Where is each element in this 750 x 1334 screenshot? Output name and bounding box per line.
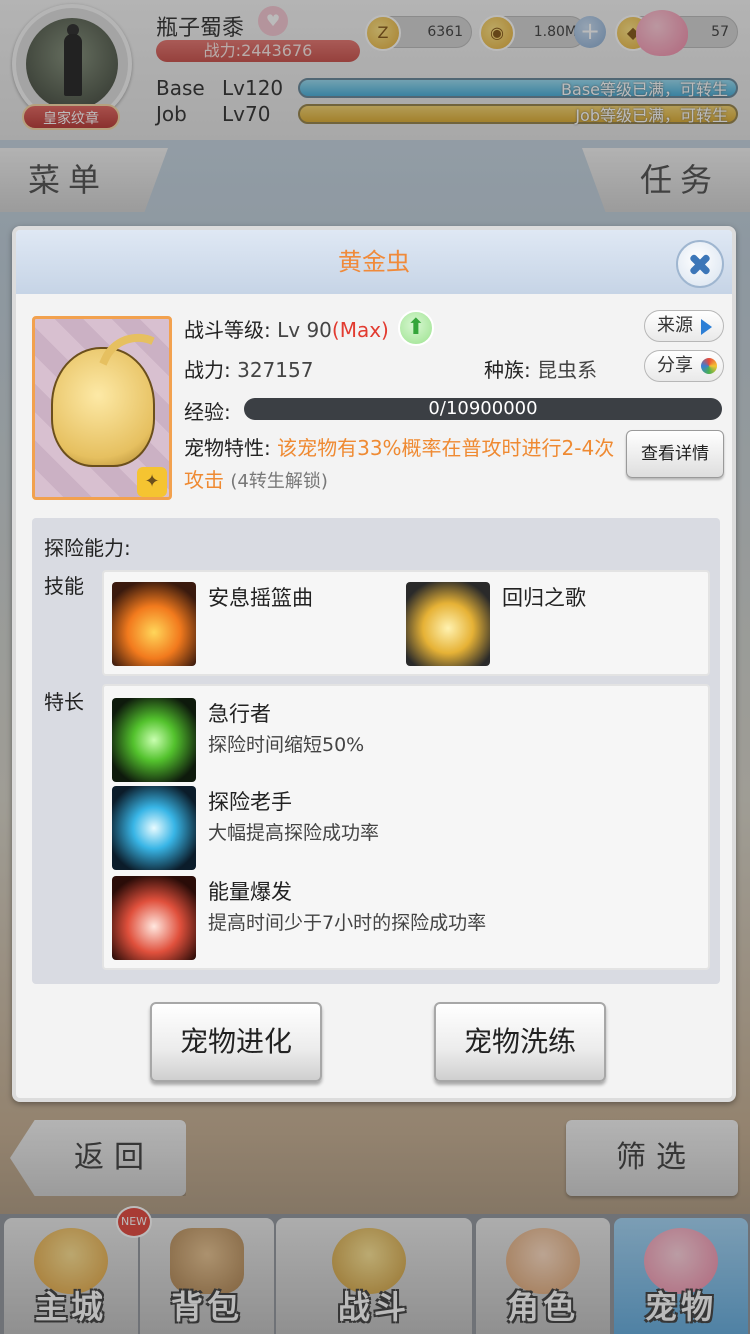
share-button-label: 分享 bbox=[657, 355, 693, 376]
running-man-icon[interactable] bbox=[112, 698, 196, 782]
battle-level-row: 战斗等级: Lv 90(Max) bbox=[184, 314, 389, 343]
battle-level-max: (Max) bbox=[331, 318, 389, 342]
specialty-name: 探险老手 bbox=[208, 790, 292, 814]
specialty-label: 特长 bbox=[44, 690, 84, 714]
source-button[interactable]: 来源 bbox=[644, 310, 724, 342]
star-hand-icon[interactable] bbox=[406, 582, 490, 666]
pet-exp-bar: 0/10900000 bbox=[244, 398, 722, 420]
specialty-desc: 提高时间少于7小时的探险成功率 bbox=[208, 912, 487, 934]
blade-burst-icon[interactable] bbox=[112, 786, 196, 870]
trait-unlock-note: (4转生解锁) bbox=[230, 471, 328, 492]
skill-name: 安息摇篮曲 bbox=[208, 586, 313, 610]
specialty-desc: 探险时间缩短50% bbox=[208, 734, 365, 756]
share-ball-icon bbox=[701, 358, 717, 374]
play-triangle-icon bbox=[701, 319, 717, 335]
specialty-box: 急行者 探险时间缩短50% 探险老手 大幅提高探险成功率 能量爆发 提高时间少于… bbox=[102, 684, 710, 970]
power-value: 327157 bbox=[237, 358, 314, 382]
pet-trait: 宠物特性: 该宠物有33%概率在普攻时进行2-4次攻击 (4转生解锁) bbox=[184, 432, 624, 498]
pet-portrait: ✦ bbox=[32, 316, 172, 500]
race-value: 昆虫系 bbox=[537, 358, 598, 382]
pet-detail-dialog: 黄金虫 ✦ 战斗等级: Lv 90(Max) ⬆ 来源 战力: 327157 种… bbox=[12, 226, 736, 1102]
exp-label: 经验: bbox=[184, 400, 231, 424]
pet-name-title: 黄金虫 bbox=[338, 248, 410, 276]
race-label: 种族: bbox=[484, 358, 538, 382]
adventure-title: 探险能力: bbox=[44, 536, 131, 560]
trait-label: 宠物特性: bbox=[184, 436, 278, 460]
pet-evolve-button[interactable]: 宠物进化 bbox=[150, 1002, 322, 1082]
source-button-label: 来源 bbox=[657, 315, 693, 336]
close-button[interactable] bbox=[676, 240, 724, 288]
pet-refine-button[interactable]: 宠物洗练 bbox=[434, 1002, 606, 1082]
battle-level-label: 战斗等级: bbox=[184, 318, 278, 342]
energy-burst-icon[interactable] bbox=[112, 876, 196, 960]
flame-hand-icon[interactable] bbox=[112, 582, 196, 666]
race-row: 种族: 昆虫系 bbox=[484, 354, 597, 383]
power-row: 战力: 327157 bbox=[184, 354, 313, 383]
view-details-button[interactable]: 查看详情 bbox=[626, 430, 724, 478]
battle-level-value: Lv 90 bbox=[277, 318, 332, 342]
power-label: 战力: bbox=[184, 358, 238, 382]
adventure-panel: 探险能力: 技能 安息摇篮曲 回归之歌 特长 急行者 探险时间缩短50% 探险老… bbox=[32, 518, 720, 984]
skills-box: 安息摇篮曲 回归之歌 bbox=[102, 570, 710, 676]
skill-name: 回归之歌 bbox=[502, 586, 586, 610]
specialty-name: 急行者 bbox=[208, 702, 271, 726]
pet-type-icon: ✦ bbox=[137, 467, 167, 497]
specialty-desc: 大幅提高探险成功率 bbox=[208, 822, 380, 844]
specialty-name: 能量爆发 bbox=[208, 880, 292, 904]
share-button[interactable]: 分享 bbox=[644, 350, 724, 382]
level-up-arrow-icon[interactable]: ⬆ bbox=[398, 310, 434, 346]
skills-label: 技能 bbox=[44, 574, 84, 598]
